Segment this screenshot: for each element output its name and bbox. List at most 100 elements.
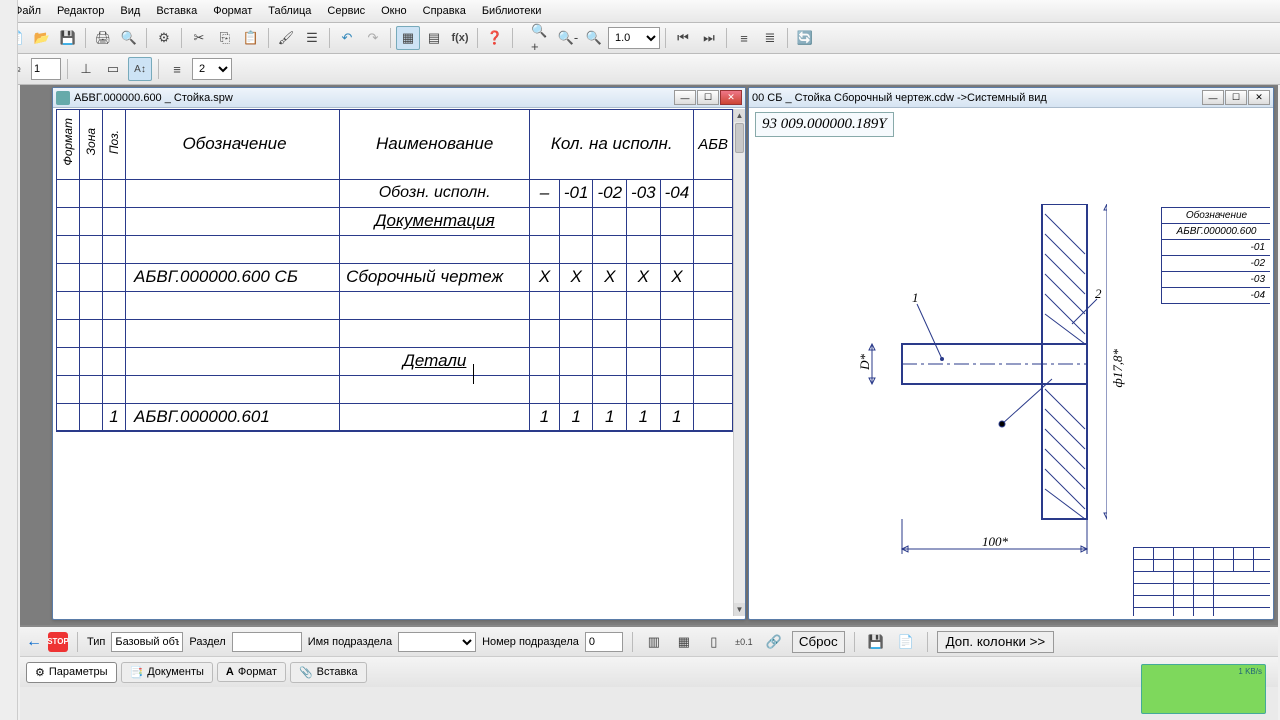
mdi-workspace: АБВГ.000000.600 _ Стойка.spw — ☐ ✕ Форма… [20, 85, 1278, 625]
razdel-input[interactable] [232, 632, 302, 652]
section-details[interactable]: Детали [340, 347, 530, 375]
align1-icon[interactable]: ≡ [732, 26, 756, 50]
drawing-canvas[interactable]: 93 009.000000.189Y Обозначение АБВГ.0000… [752, 109, 1270, 616]
doc-row-q3[interactable]: X [627, 263, 661, 291]
align2-icon[interactable]: ≣ [758, 26, 782, 50]
nom-label: Номер подраздела [482, 636, 579, 648]
doc-row-q1[interactable]: X [559, 263, 593, 291]
section-documentation[interactable]: Документация [340, 207, 530, 235]
maximize-button[interactable]: ☐ [697, 90, 719, 105]
perp-icon[interactable]: ⊥ [74, 57, 98, 81]
type-input[interactable] [111, 632, 183, 652]
tab-format[interactable]: AФормат [217, 662, 286, 682]
det-row-pos[interactable]: 1 [103, 403, 126, 431]
save-icon[interactable]: 💾 [56, 26, 80, 50]
drawing-titlebar[interactable]: 00 СБ _ Стойка Сборочный чертеж.cdw ->Си… [749, 88, 1273, 108]
scroll-down-icon[interactable]: ▼ [734, 603, 745, 616]
close-button[interactable]: ✕ [1248, 90, 1270, 105]
menu-help[interactable]: Справка [415, 2, 474, 20]
det-row-q1[interactable]: 1 [559, 403, 593, 431]
col2-icon[interactable]: ▯ [702, 630, 726, 654]
menu-service[interactable]: Сервис [319, 2, 373, 20]
close-button[interactable]: ✕ [720, 90, 742, 105]
doc-row-q0[interactable]: X [530, 263, 560, 291]
reset-button[interactable]: Сброс [792, 631, 845, 653]
cut-icon[interactable]: ✂ [187, 26, 211, 50]
menu-format[interactable]: Формат [205, 2, 260, 20]
q-h1: -01 [559, 179, 593, 207]
doc-row-name[interactable]: Сборочный чертеж [340, 263, 530, 291]
nav-prev-icon[interactable]: ⏮ [671, 26, 695, 50]
help-pointer-icon[interactable]: ❓ [483, 26, 507, 50]
zoom-in-icon[interactable]: 🔍+ [530, 26, 554, 50]
doc-row-des[interactable]: АБВГ.000000.600 СБ [126, 263, 340, 291]
spec-grid[interactable]: Формат Зона Поз. Обозначение Наименовани… [56, 109, 733, 616]
open-icon[interactable]: 📂 [30, 26, 54, 50]
back-arrow-icon[interactable]: ← [26, 633, 42, 651]
scroll-thumb[interactable] [735, 123, 744, 153]
tol-icon[interactable]: ±0.1 [732, 630, 756, 654]
zoom-out-icon[interactable]: 🔍- [556, 26, 580, 50]
tab-insert[interactable]: 📎Вставка [290, 662, 367, 683]
drawing-window: 00 СБ _ Стойка Сборочный чертеж.cdw ->Си… [748, 87, 1274, 620]
stop-button[interactable]: STOP [48, 632, 68, 652]
cols-icon[interactable]: ▥ [642, 630, 666, 654]
brush-icon[interactable]: 🖌 [274, 26, 298, 50]
box-icon[interactable]: ▭ [101, 57, 125, 81]
refresh-icon[interactable]: 🔄 [793, 26, 817, 50]
spec-window: АБВГ.000000.600 _ Стойка.spw — ☐ ✕ Форма… [52, 87, 746, 620]
grid-icon[interactable]: ▦ [672, 630, 696, 654]
copy-icon[interactable]: ⎘ [213, 26, 237, 50]
doc-row-q4[interactable]: X [660, 263, 694, 291]
preview-icon[interactable]: 🔍 [117, 26, 141, 50]
status-speed: 1 KB/s [1238, 667, 1262, 676]
num2-input[interactable]: 2 [192, 58, 232, 80]
menu-insert[interactable]: Вставка [148, 2, 205, 20]
det-row-q3[interactable]: 1 [627, 403, 661, 431]
minimize-button[interactable]: — [674, 90, 696, 105]
dim-width: 100* [982, 534, 1008, 550]
det-row-q2[interactable]: 1 [593, 403, 627, 431]
paste-icon[interactable]: 📋 [239, 26, 263, 50]
page-icon[interactable]: 📄 [894, 630, 918, 654]
det-row-q4[interactable]: 1 [660, 403, 694, 431]
tab-docs[interactable]: 📑Документы [121, 662, 213, 683]
secondary-toolbar: № ⊥ ▭ A↕ ≡ 2 [0, 54, 1280, 85]
spec-titlebar[interactable]: АБВГ.000000.600 _ Стойка.spw — ☐ ✕ [53, 88, 745, 108]
mode2-icon[interactable]: ▤ [422, 26, 446, 50]
zoom-fit-icon[interactable]: 🔍 [582, 26, 606, 50]
scroll-up-icon[interactable]: ▲ [734, 109, 745, 122]
save2-icon[interactable]: 💾 [864, 630, 888, 654]
menu-table[interactable]: Таблица [260, 2, 319, 20]
list-icon[interactable]: ☰ [300, 26, 324, 50]
col-zone: Зона [84, 128, 98, 155]
minimize-button[interactable]: — [1202, 90, 1224, 105]
text-style-icon[interactable]: A↕ [128, 57, 152, 81]
menu-libraries[interactable]: Библиотеки [474, 2, 550, 20]
det-row-des[interactable]: АБВГ.000000.601 [126, 403, 340, 431]
mode1-icon[interactable]: ▦ [396, 26, 420, 50]
col-designation: Обозначение [126, 110, 340, 180]
nav-next-icon[interactable]: ⏭ [697, 26, 721, 50]
podraz-select[interactable] [398, 632, 476, 652]
undo-icon[interactable]: ↶ [335, 26, 359, 50]
col-format: Формат [61, 118, 75, 166]
fx-icon[interactable]: f(x) [448, 26, 472, 50]
menu-view[interactable]: Вид [112, 2, 148, 20]
doc-row-q2[interactable]: X [593, 263, 627, 291]
print-icon[interactable]: 🖨 [91, 26, 115, 50]
nom-input[interactable] [585, 632, 623, 652]
menu-window[interactable]: Окно [373, 2, 415, 20]
maximize-button[interactable]: ☐ [1225, 90, 1247, 105]
tab-params[interactable]: ⚙Параметры [26, 662, 117, 683]
zoom-input[interactable]: 1.0 [608, 27, 660, 49]
extra-cols-button[interactable]: Доп. колонки >> [937, 631, 1055, 653]
properties-icon[interactable]: ⚙ [152, 26, 176, 50]
num-input[interactable] [31, 58, 61, 80]
menu-editor[interactable]: Редактор [49, 2, 112, 20]
lines-icon[interactable]: ≡ [165, 57, 189, 81]
redo-icon[interactable]: ↷ [361, 26, 385, 50]
det-row-q0[interactable]: 1 [530, 403, 560, 431]
link-icon[interactable]: 🔗 [762, 630, 786, 654]
spec-scrollbar[interactable]: ▲ ▼ [733, 109, 745, 616]
